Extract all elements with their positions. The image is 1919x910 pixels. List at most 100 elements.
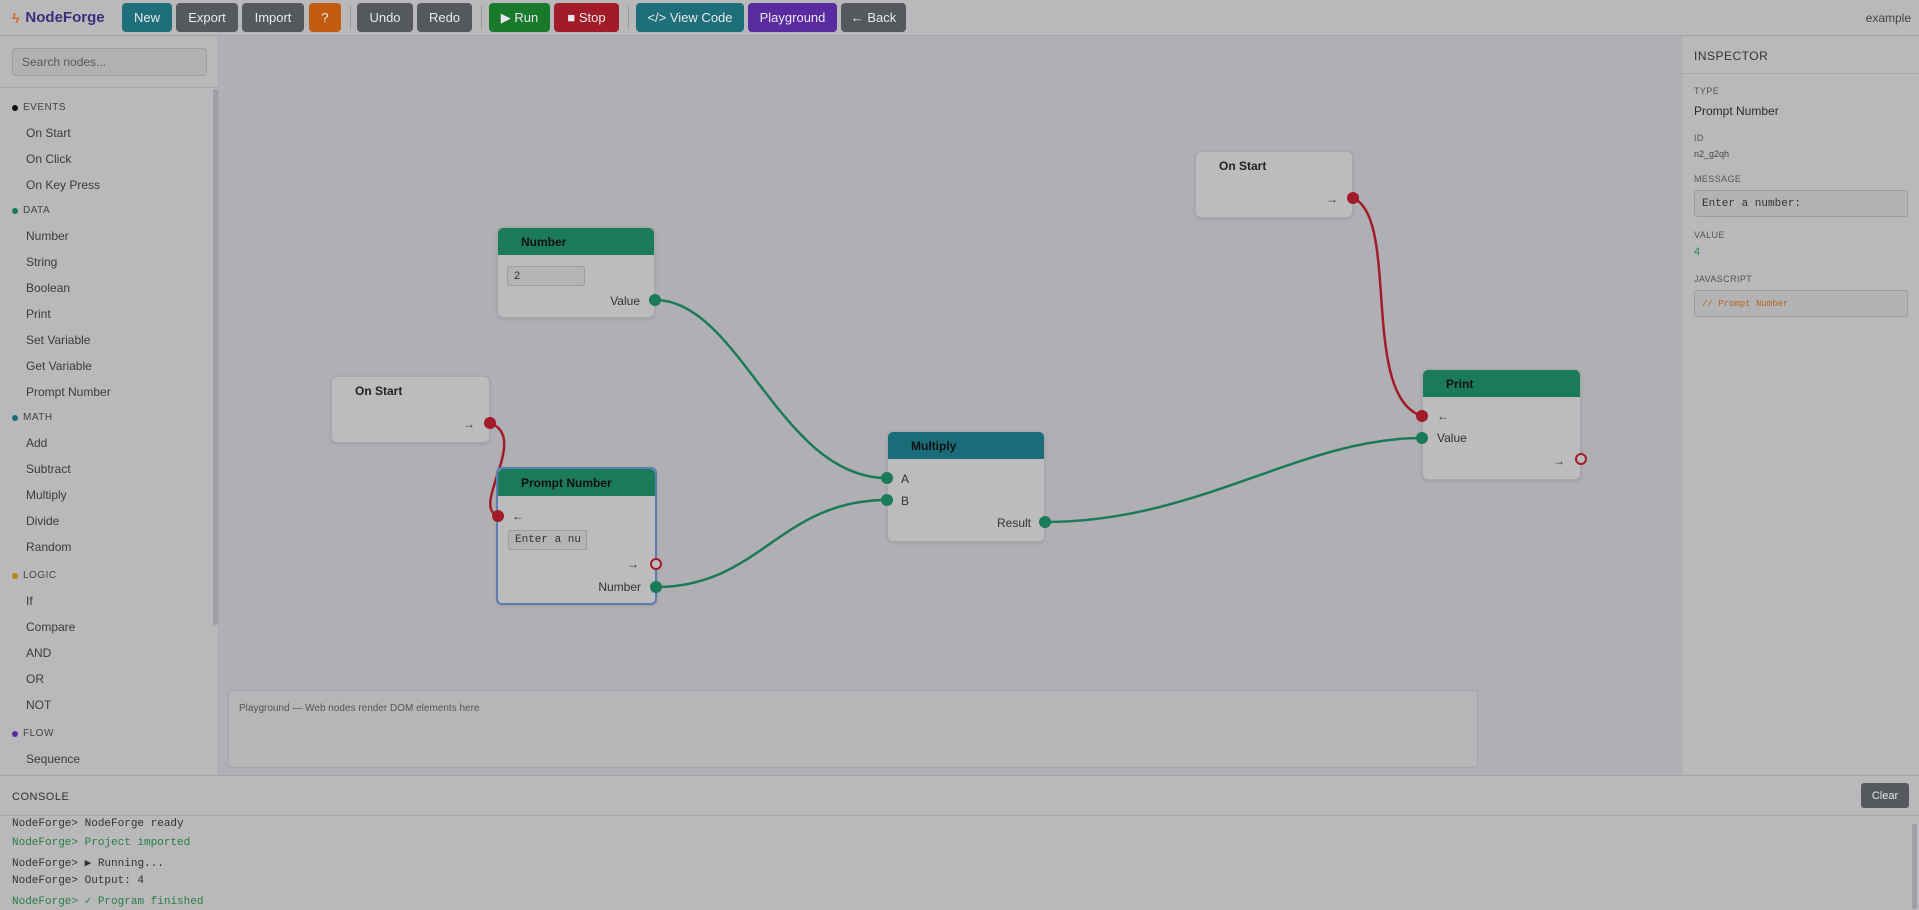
category-flow[interactable]: FLOW: [12, 728, 54, 739]
palette-item-get-variable[interactable]: Get Variable: [26, 359, 92, 373]
import-button[interactable]: Import: [242, 3, 304, 32]
run-button[interactable]: ▶ Run: [489, 3, 550, 32]
bolt-icon: ϟ: [12, 9, 20, 26]
palette-item-prompt-number[interactable]: Prompt Number: [26, 385, 111, 399]
wire-multiply-to-print[interactable]: [1044, 436, 1423, 524]
id-label: ID: [1694, 133, 1704, 143]
value-label: VALUE: [1694, 230, 1725, 240]
type-label: TYPE: [1694, 86, 1720, 96]
node-print[interactable]: Print ← Value →: [1422, 369, 1581, 480]
input-port-value[interactable]: [1416, 432, 1428, 444]
exec-output-port[interactable]: [1575, 453, 1587, 465]
node-title: Prompt Number: [498, 469, 655, 496]
clear-console-button[interactable]: Clear: [1861, 783, 1909, 808]
node-title: Number: [498, 228, 654, 255]
console-line: NodeForge> Output: 4: [12, 875, 145, 887]
console-scrollbar[interactable]: [1912, 824, 1917, 909]
node-canvas[interactable]: Number 2 Value On Start → Prompt Number …: [220, 37, 1680, 774]
wire-prompt-to-multiply-b[interactable]: [655, 498, 888, 589]
playground-panel[interactable]: Playground — Web nodes render DOM elemen…: [228, 690, 1478, 768]
javascript-label: JAVASCRIPT: [1694, 274, 1753, 284]
category-math[interactable]: MATH: [12, 412, 53, 423]
export-button[interactable]: Export: [176, 3, 238, 32]
palette-item-sequence[interactable]: Sequence: [26, 752, 80, 766]
inspector-panel: INSPECTOR TYPE Prompt Number ID n2_g2qh …: [1681, 37, 1919, 774]
value-output: 4: [1694, 246, 1701, 258]
node-multiply[interactable]: Multiply A B Result: [887, 431, 1045, 542]
input-port-a[interactable]: [881, 472, 893, 484]
help-button[interactable]: ?: [309, 3, 341, 32]
node-prompt-number[interactable]: Prompt Number ← Enter a nu → Number: [496, 467, 657, 605]
exec-out-arrow-icon: →: [463, 417, 475, 431]
javascript-code[interactable]: // Prompt Number: [1694, 290, 1908, 317]
wire-number-to-multiply-a[interactable]: [654, 298, 888, 480]
node-on-start[interactable]: On Start →: [331, 376, 490, 443]
palette-item-on-key-press[interactable]: On Key Press: [26, 178, 100, 192]
id-value: n2_g2qh: [1694, 149, 1730, 159]
category-data[interactable]: DATA: [12, 205, 50, 216]
port-label-value: Value: [610, 294, 640, 308]
exec-input-port[interactable]: [492, 510, 504, 522]
prompt-message-field[interactable]: Enter a nu: [508, 530, 587, 550]
palette-item-and[interactable]: AND: [26, 646, 51, 660]
palette-item-number[interactable]: Number: [26, 229, 69, 243]
console-line: NodeForge> ✓ Program finished: [12, 896, 204, 908]
palette-item-add[interactable]: Add: [26, 436, 47, 450]
back-button[interactable]: ← Back: [841, 3, 906, 32]
category-dot-icon: [12, 104, 18, 111]
category-dot-icon: [12, 207, 18, 214]
message-input[interactable]: Enter a number:: [1694, 190, 1908, 217]
search-input[interactable]: [12, 48, 207, 76]
playground-button[interactable]: Playground: [748, 3, 837, 32]
palette-item-random[interactable]: Random: [26, 540, 71, 554]
wire-onstart2-to-print[interactable]: [1352, 196, 1423, 418]
view-code-button[interactable]: </> View Code: [636, 3, 744, 32]
palette-item-set-variable[interactable]: Set Variable: [26, 333, 90, 347]
exec-input-port[interactable]: [1416, 410, 1428, 422]
divider: [1682, 73, 1919, 74]
port-label-a: A: [901, 472, 910, 486]
app-name: NodeForge: [25, 9, 105, 26]
inspector-title: INSPECTOR: [1694, 49, 1769, 63]
console-title: CONSOLE: [12, 791, 70, 803]
palette-item-or[interactable]: OR: [26, 672, 44, 686]
sidebar-scrollbar[interactable]: [213, 89, 218, 625]
category-events[interactable]: EVENTS: [12, 102, 66, 113]
output-port-result[interactable]: [1039, 516, 1051, 528]
palette-item-compare[interactable]: Compare: [26, 620, 75, 634]
palette-item-multiply[interactable]: Multiply: [26, 488, 67, 502]
palette-item-on-click[interactable]: On Click: [26, 152, 71, 166]
node-number[interactable]: Number 2 Value: [497, 227, 655, 318]
exec-out-arrow-icon: →: [1553, 454, 1565, 468]
node-title: Multiply: [888, 432, 1044, 459]
palette-item-on-start[interactable]: On Start: [26, 126, 71, 140]
exec-output-port[interactable]: [1347, 192, 1359, 204]
output-port-number[interactable]: [650, 581, 662, 593]
node-title: Print: [1423, 370, 1580, 397]
palette-item-if[interactable]: If: [26, 594, 33, 608]
node-title: On Start: [1219, 158, 1267, 173]
palette-item-subtract[interactable]: Subtract: [26, 462, 71, 476]
playground-label: Playground — Web nodes render DOM elemen…: [239, 703, 480, 714]
palette-item-print[interactable]: Print: [26, 307, 51, 321]
exec-out-arrow-icon: →: [627, 557, 639, 571]
exec-output-port[interactable]: [650, 558, 662, 570]
new-button[interactable]: New: [122, 3, 172, 32]
palette-item-divide[interactable]: Divide: [26, 514, 59, 528]
input-port-b[interactable]: [881, 494, 893, 506]
port-label-b: B: [901, 494, 910, 508]
exec-output-port[interactable]: [484, 417, 496, 429]
palette-item-string[interactable]: String: [26, 255, 57, 269]
output-port-value[interactable]: [649, 294, 661, 306]
node-on-start[interactable]: On Start →: [1195, 151, 1353, 218]
toolbar-divider: [628, 6, 629, 29]
redo-button[interactable]: Redo: [417, 3, 472, 32]
palette-item-not[interactable]: NOT: [26, 698, 51, 712]
toolbar-divider: [481, 6, 482, 29]
toolbar-divider: [350, 6, 351, 29]
palette-item-boolean[interactable]: Boolean: [26, 281, 70, 295]
stop-button[interactable]: ■ Stop: [554, 3, 619, 32]
undo-button[interactable]: Undo: [357, 3, 413, 32]
category-logic[interactable]: LOGIC: [12, 570, 57, 581]
number-value-field[interactable]: 2: [507, 266, 585, 286]
